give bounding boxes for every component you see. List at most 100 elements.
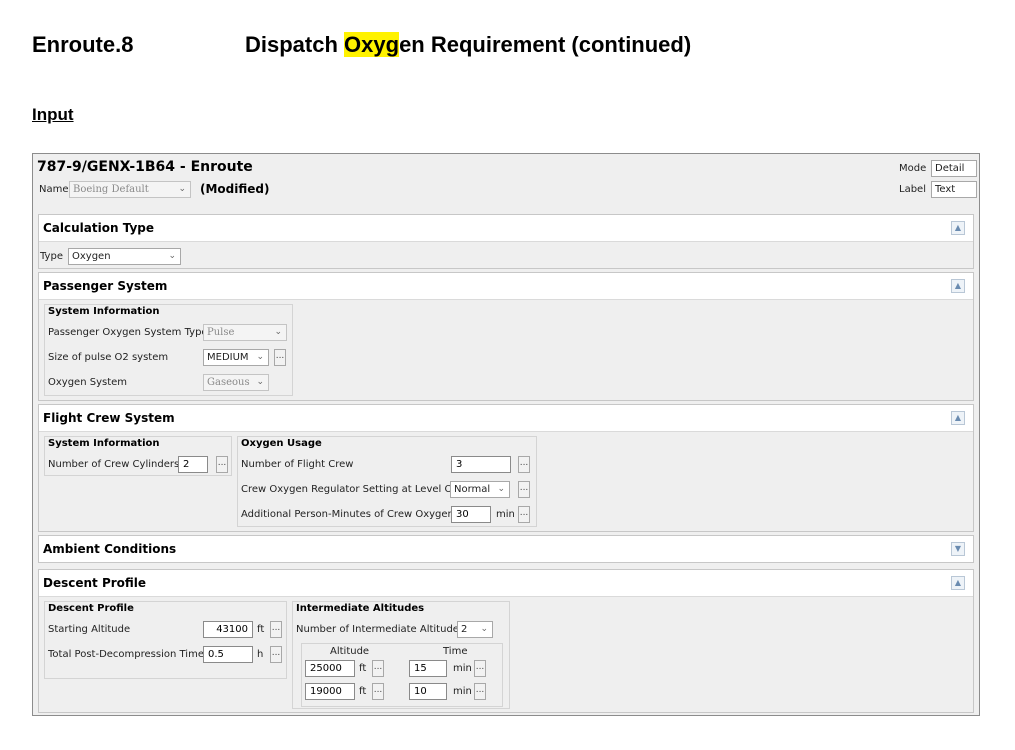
calculation-type-section: Calculation Type ▲ Type Oxygen ⌄: [38, 214, 974, 269]
input-heading: Input: [32, 105, 74, 124]
starting-altitude-unit: ft: [257, 624, 265, 635]
pulse-size-more-button[interactable]: ...: [274, 349, 286, 366]
group-title: System Information: [48, 438, 160, 449]
time-2-unit: min: [453, 686, 472, 697]
intermediate-count-label: Number of Intermediate Altitude(s): [296, 624, 472, 635]
altitude-1-input[interactable]: 25000: [305, 660, 355, 677]
chevron-up-icon[interactable]: ▲: [951, 576, 965, 590]
flight-crew-system-title: Flight Crew System: [43, 411, 175, 425]
chevron-down-icon: ⌄: [168, 251, 176, 261]
intermediate-altitudes-group: Intermediate Altitudes Number of Interme…: [292, 601, 510, 709]
group-title: System Information: [48, 306, 160, 317]
person-minutes-more-button[interactable]: ...: [518, 506, 530, 523]
title-part-1: Dispatch: [245, 32, 345, 57]
passenger-oxygen-system-type-label: Passenger Oxygen System Type: [48, 327, 208, 338]
flight-crew-input[interactable]: 3: [451, 456, 511, 473]
regulator-dropdown[interactable]: Normal ⌄: [450, 481, 510, 498]
label-label: Label: [899, 184, 926, 195]
starting-altitude-more-button[interactable]: ...: [270, 621, 282, 638]
system-information-group: System Information Passenger Oxygen Syst…: [44, 304, 293, 396]
passenger-system-section: Passenger System ▲ System Information Pa…: [38, 272, 974, 401]
chevron-down-icon[interactable]: ▼: [951, 542, 965, 556]
altitude-2-input[interactable]: 19000: [305, 683, 355, 700]
pulse-size-value: MEDIUM: [207, 352, 249, 363]
crew-cylinders-more-button[interactable]: ...: [216, 456, 228, 473]
chevron-down-icon: ⌄: [256, 377, 264, 387]
system-type-value: Pulse: [207, 327, 235, 338]
time-1-unit: min: [453, 663, 472, 674]
person-minutes-input[interactable]: 30: [451, 506, 491, 523]
chevron-down-icon: ⌄: [497, 484, 505, 494]
pulse-size-dropdown[interactable]: MEDIUM ⌄: [203, 349, 269, 366]
passenger-oxygen-system-type-dropdown[interactable]: Pulse ⌄: [203, 324, 287, 341]
altitude-1-unit: ft: [359, 663, 367, 674]
descent-profile-title: Descent Profile: [43, 576, 147, 590]
altitude-2-more-button[interactable]: ...: [372, 683, 384, 700]
descent-profile-group: Descent Profile Starting Altitude 43100 …: [44, 601, 287, 679]
chevron-up-icon[interactable]: ▲: [951, 221, 965, 235]
altitude-2-unit: ft: [359, 686, 367, 697]
group-title: Oxygen Usage: [241, 438, 322, 449]
regulator-more-button[interactable]: ...: [518, 481, 530, 498]
tool-title: 787-9/GENX-1B64 - Enroute: [37, 159, 253, 175]
flight-crew-system-header[interactable]: Flight Crew System ▲: [39, 405, 973, 432]
altitude-1-more-button[interactable]: ...: [372, 660, 384, 677]
chevron-down-icon: ⌄: [178, 184, 186, 194]
section-id: Enroute.8: [32, 32, 134, 57]
calculation-type-title: Calculation Type: [43, 221, 155, 235]
crew-cylinders-label: Number of Crew Cylinders: [48, 459, 180, 470]
passenger-system-header[interactable]: Passenger System ▲: [39, 273, 973, 300]
time-2-input[interactable]: 10: [409, 683, 447, 700]
ambient-conditions-title: Ambient Conditions: [43, 542, 177, 556]
oxygen-usage-group: Oxygen Usage Number of Flight Crew 3 ...…: [237, 436, 537, 527]
oxygen-system-value: Gaseous: [207, 377, 250, 388]
app-window: 787-9/GENX-1B64 - Enroute Name Boeing De…: [32, 153, 980, 716]
descent-profile-section: Descent Profile ▲ Descent Profile Starti…: [38, 569, 974, 713]
starting-altitude-input[interactable]: 43100: [203, 621, 253, 638]
title-highlight: Oxyg: [344, 32, 400, 57]
group-title: Intermediate Altitudes: [296, 603, 425, 614]
time-2-more-button[interactable]: ...: [474, 683, 486, 700]
chevron-up-icon[interactable]: ▲: [951, 279, 965, 293]
post-decompression-time-more-button[interactable]: ...: [270, 646, 282, 663]
chevron-up-icon[interactable]: ▲: [951, 411, 965, 425]
intermediate-count-dropdown[interactable]: 2 ⌄: [457, 621, 493, 638]
name-value: Boeing Default: [73, 184, 149, 195]
intermediate-altitudes-table: Altitude Time 25000 ft ... 15 min ... 19…: [301, 643, 503, 707]
flight-crew-more-button[interactable]: ...: [518, 456, 530, 473]
mode-dropdown[interactable]: Detail: [931, 160, 977, 177]
calculation-type-header[interactable]: Calculation Type ▲: [39, 215, 973, 242]
flight-crew-system-section: Flight Crew System ▲ System Information …: [38, 404, 974, 532]
pulse-size-label: Size of pulse O2 system: [48, 352, 169, 363]
intermediate-count-value: 2: [461, 624, 468, 635]
calculation-type-dropdown[interactable]: Oxygen ⌄: [68, 248, 181, 265]
oxygen-system-dropdown[interactable]: Gaseous ⌄: [203, 374, 269, 391]
chevron-down-icon: ⌄: [256, 352, 264, 362]
label-value: Text: [935, 184, 956, 195]
altitude-column-header: Altitude: [330, 646, 370, 657]
time-column-header: Time: [443, 646, 468, 657]
post-decompression-time-label: Total Post-Decompression Time: [48, 649, 204, 660]
label-dropdown[interactable]: Text: [931, 181, 977, 198]
ambient-conditions-header[interactable]: Ambient Conditions ▼: [39, 536, 973, 562]
person-minutes-label: Additional Person-Minutes of Crew Oxygen: [241, 509, 454, 520]
time-1-input[interactable]: 15: [409, 660, 447, 677]
oxygen-system-label: Oxygen System: [48, 377, 128, 388]
crew-system-information-group: System Information Number of Crew Cylind…: [44, 436, 232, 476]
regulator-value: Normal: [454, 484, 491, 495]
passenger-system-title: Passenger System: [43, 279, 168, 293]
calculation-type-value: Oxygen: [72, 251, 111, 262]
mode-label: Mode: [899, 163, 927, 174]
post-decompression-time-unit: h: [257, 649, 264, 660]
chevron-down-icon: ⌄: [274, 327, 282, 337]
name-label: Name: [39, 184, 69, 195]
document-title: Dispatch Oxygen Requirement (continued): [245, 32, 691, 58]
time-1-more-button[interactable]: ...: [474, 660, 486, 677]
post-decompression-time-input[interactable]: 0.5: [203, 646, 253, 663]
mode-value: Detail: [935, 163, 965, 174]
name-dropdown[interactable]: Boeing Default ⌄: [69, 181, 191, 198]
crew-cylinders-input[interactable]: 2: [178, 456, 208, 473]
starting-altitude-label: Starting Altitude: [48, 624, 131, 635]
descent-profile-header[interactable]: Descent Profile ▲: [39, 570, 973, 597]
regulator-label: Crew Oxygen Regulator Setting at Level O…: [241, 484, 460, 495]
